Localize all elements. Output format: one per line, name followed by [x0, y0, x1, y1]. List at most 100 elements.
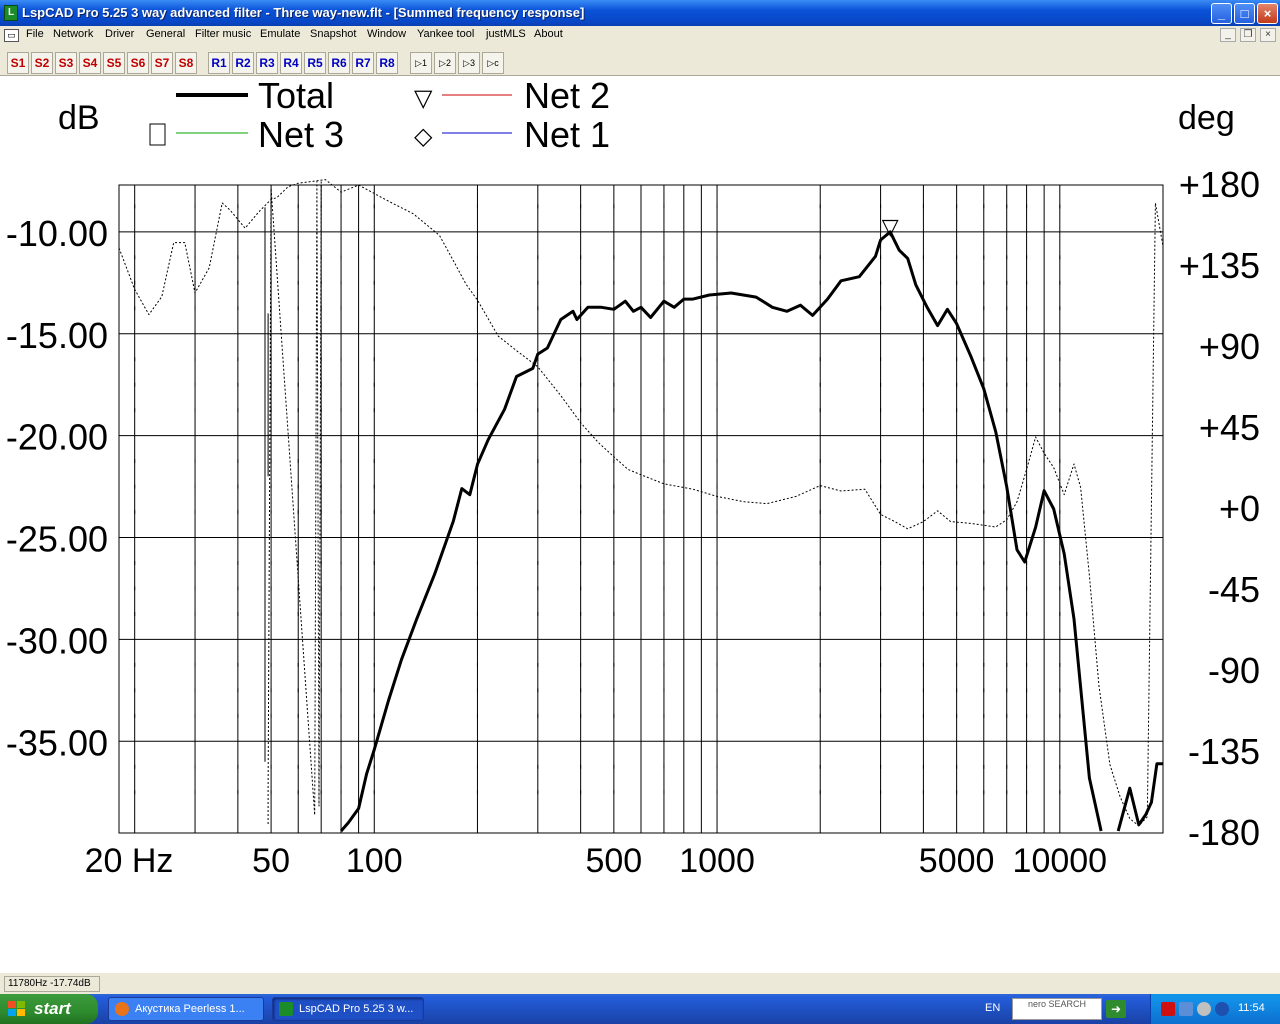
toolbar-button-r2[interactable]: R2 [232, 52, 254, 74]
menu-driver[interactable]: Driver [105, 28, 134, 40]
y-tick-label-right: +135 [1179, 245, 1260, 286]
close-button[interactable]: × [1257, 3, 1278, 24]
legend-net2-label: Net 2 [524, 76, 610, 116]
title-bar[interactable]: L LspCAD Pro 5.25 3 way advanced filter … [0, 0, 1280, 26]
y-tick-label-right: -45 [1208, 569, 1260, 610]
start-button[interactable]: start [0, 994, 98, 1024]
x-tick-label: 500 [585, 842, 642, 880]
window-title: LspCAD Pro 5.25 3 way advanced filter - … [22, 5, 585, 20]
y-tick-label-right: -135 [1188, 731, 1260, 772]
menu-bar: ▭ File Network Driver General Filter music Em… [0, 26, 1280, 45]
start-label: start [34, 999, 71, 1018]
taskbar-item-browser[interactable]: Акустика Peerless 1... [108, 997, 264, 1021]
clock: 11:54 [1238, 1002, 1265, 1014]
legend-net1-label: Net 1 [524, 114, 610, 155]
toolbar-button-r8[interactable]: R8 [376, 52, 398, 74]
legend-net1-marker: ◇ [414, 123, 433, 150]
menu-emulate[interactable]: Emulate [260, 28, 300, 40]
lspcad-icon [279, 1002, 293, 1016]
y-tick-label-left: -10.00 [6, 213, 108, 254]
taskbar: start Акустика Peerless 1... LspCAD Pro … [0, 994, 1280, 1024]
x-tick-label: 10000 [1013, 842, 1108, 880]
toolbar-button-r1[interactable]: R1 [208, 52, 230, 74]
document-menu-icon[interactable]: ▭ [4, 29, 19, 42]
toolbar-button-r4[interactable]: R4 [280, 52, 302, 74]
firefox-icon [115, 1002, 129, 1016]
toolbar-button-s4[interactable]: S4 [79, 52, 101, 74]
left-axis-label: dB [58, 99, 100, 137]
mdi-minimize-icon[interactable]: _ [1220, 28, 1236, 42]
x-tick-label: 1000 [679, 842, 755, 880]
y-tick-label-left: -15.00 [6, 315, 108, 356]
legend-net3-label: Net 3 [258, 114, 344, 155]
toolbar-button-s1[interactable]: S1 [7, 52, 29, 74]
y-tick-label-left: -30.00 [6, 620, 108, 661]
mdi-close-icon[interactable]: × [1260, 28, 1276, 42]
toolbar-button-r6[interactable]: R6 [328, 52, 350, 74]
marker-net2: ▽ [882, 214, 899, 239]
series-phase-line [267, 180, 322, 824]
filter-tool-icon-2[interactable]: ▷2 [434, 52, 456, 74]
app-icon[interactable]: L [4, 5, 18, 21]
toolbar: S1 S2 S3 S4 S5 S6 S7 S8 R1 R2 R3 R4 R5 R6 R7 R8 ▷1 ▷2 ▷3 ▷c [0, 46, 1280, 76]
security-icon[interactable] [1215, 1002, 1229, 1016]
x-tick-label: 100 [346, 842, 403, 880]
chart-panel[interactable]: dB deg Total ▽ Net 2 Net 3 ◇ Net 1 20 Hz… [0, 75, 1280, 972]
volume-icon[interactable] [1197, 1002, 1211, 1016]
x-tick-label: 20 Hz [85, 842, 174, 880]
taskbar-item-label: LspCAD Pro 5.25 3 w... [299, 1003, 414, 1015]
y-tick-label-right: +180 [1179, 164, 1260, 205]
legend-net2-marker: ▽ [414, 85, 433, 112]
series-total-line [1116, 762, 1163, 832]
toolbar-button-s2[interactable]: S2 [31, 52, 53, 74]
toolbar-button-s5[interactable]: S5 [103, 52, 125, 74]
minimize-button[interactable]: _ [1211, 3, 1232, 24]
language-indicator[interactable]: EN [985, 1002, 1000, 1014]
legend-net3-marker [149, 123, 166, 146]
toolbar-button-s7[interactable]: S7 [151, 52, 173, 74]
y-tick-label-left: -20.00 [6, 417, 108, 458]
mdi-restore-icon[interactable]: ❐ [1240, 28, 1256, 42]
right-axis-label: deg [1178, 99, 1235, 137]
toolbar-button-r5[interactable]: R5 [304, 52, 326, 74]
y-tick-label-right: -180 [1188, 812, 1260, 853]
taskbar-item-label: Акустика Peerless 1... [135, 1003, 245, 1015]
nero-search-box[interactable]: nero SEARCH [1012, 998, 1102, 1020]
toolbar-button-s3[interactable]: S3 [55, 52, 77, 74]
y-tick-label-right: +0 [1219, 488, 1260, 529]
filter-tool-icon-1[interactable]: ▷1 [410, 52, 432, 74]
y-tick-label-right: +45 [1199, 407, 1260, 448]
y-tick-label-right: -90 [1208, 650, 1260, 691]
menu-snapshot[interactable]: Snapshot [310, 28, 356, 40]
taskbar-item-lspcad[interactable]: LspCAD Pro 5.25 3 w... [272, 997, 424, 1021]
menu-about[interactable]: About [534, 28, 563, 40]
toolbar-button-r7[interactable]: R7 [352, 52, 374, 74]
y-tick-label-left: -35.00 [6, 722, 108, 763]
windows-logo-icon [8, 1001, 25, 1016]
plot-area[interactable]: 20 Hz 50 100 500 1000 5000 10000 -10.00 -15.00 -2… [6, 164, 1260, 880]
toolbar-button-s8[interactable]: S8 [175, 52, 197, 74]
toolbar-button-r3[interactable]: R3 [256, 52, 278, 74]
kaspersky-icon[interactable] [1161, 1002, 1175, 1016]
menu-general[interactable]: General [146, 28, 185, 40]
frequency-response-chart[interactable]: dB deg Total ▽ Net 2 Net 3 ◇ Net 1 20 Hz… [0, 75, 1280, 972]
maximize-button[interactable]: □ [1234, 3, 1255, 24]
cursor-readout: 11780Hz -17.74dB [4, 976, 100, 992]
status-bar: 11780Hz -17.74dB [0, 972, 1280, 994]
menu-justmls[interactable]: justMLS [486, 28, 526, 40]
toolbar-button-s6[interactable]: S6 [127, 52, 149, 74]
menu-file[interactable]: File [26, 28, 44, 40]
filter-tool-icon-3[interactable]: ▷3 [458, 52, 480, 74]
x-tick-label: 50 [252, 842, 290, 880]
y-tick-label-right: +90 [1199, 326, 1260, 367]
legend-total-label: Total [258, 76, 334, 116]
search-go-icon[interactable]: ➜ [1106, 1000, 1126, 1018]
y-tick-label-left: -25.00 [6, 519, 108, 560]
menu-filter-music[interactable]: Filter music [195, 28, 251, 40]
menu-yankee-tool[interactable]: Yankee tool [417, 28, 474, 40]
x-tick-label: 5000 [919, 842, 995, 880]
menu-network[interactable]: Network [53, 28, 93, 40]
filter-tool-icon-4[interactable]: ▷c [482, 52, 504, 74]
network-icon[interactable] [1179, 1002, 1193, 1016]
menu-window[interactable]: Window [367, 28, 406, 40]
